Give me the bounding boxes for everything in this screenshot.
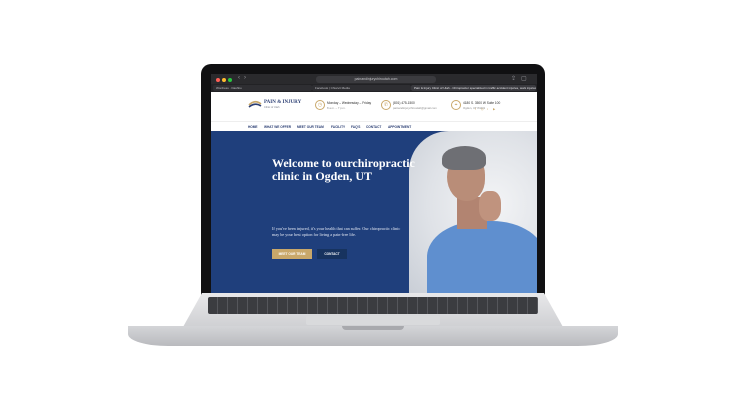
back-icon[interactable]: ‹	[238, 75, 240, 81]
share-icon[interactable]: ⇪	[511, 75, 516, 82]
tab-wordpress[interactable]: Wordress · Dashbo	[213, 85, 312, 91]
location-pin-icon: ⌖	[451, 100, 461, 110]
hours-title: Monday – Wednesday – Friday	[327, 101, 372, 105]
tab-strip: Wordress · Dashbo Facebook | Chiarvit Me…	[211, 84, 537, 92]
hero-text: If you've been injured, it's your health…	[272, 226, 401, 237]
address-bar[interactable]: painandinjurychiroutah.com	[316, 76, 436, 83]
facebook-icon[interactable]: f	[475, 107, 476, 111]
laptop-trackpad	[306, 316, 440, 325]
hero-title: Welcome to ourchiropractic clinic in Ogd…	[272, 156, 415, 183]
close-window-icon[interactable]	[216, 78, 220, 82]
hero-section: Welcome to ourchiropractic clinic in Ogd…	[211, 131, 537, 294]
nav-contact[interactable]: CONTACT	[366, 125, 381, 129]
tab-clinic[interactable]: Pain & Injury Clinic of Utah - Chiroprac…	[411, 85, 536, 91]
clock-icon: ◷	[315, 100, 325, 110]
laptop-keyboard	[208, 297, 538, 314]
hero-photo-hair	[442, 146, 486, 170]
brand-subtitle: Clinic of Utah	[264, 106, 280, 109]
email-address[interactable]: painandinjurychiroutah@gmail.com	[393, 106, 437, 110]
nav-meet-our-team[interactable]: MEET OUR TEAM	[297, 125, 324, 129]
laptop-notch	[342, 326, 404, 330]
hero-photo-shirt	[427, 221, 537, 294]
nav-appointment[interactable]: APPOINTMENT	[388, 125, 411, 129]
address-line: 4180 S. 3500 W Suite 100	[463, 101, 501, 105]
maximize-window-icon[interactable]	[228, 78, 232, 82]
hero-photo-hand	[479, 191, 501, 221]
phone-number[interactable]: (801) 475-1500	[393, 101, 415, 105]
meet-our-team-button[interactable]: MEET OUR TEAM	[272, 249, 312, 259]
instagram-icon[interactable]: ◎	[481, 107, 484, 111]
site-header: PAIN & INJURY Clinic of Utah ◷ Monday – …	[211, 92, 537, 120]
nav-what-we-offer[interactable]: WHAT WE OFFER	[264, 125, 291, 129]
clinic-logo-icon[interactable]	[248, 99, 262, 109]
phone-icon: ✆	[381, 100, 391, 110]
tabs-overview-icon[interactable]: ▢	[521, 75, 527, 82]
twitter-icon[interactable]: t	[487, 107, 488, 111]
nav-faqs[interactable]: FAQ'S	[351, 125, 360, 129]
nav-home[interactable]: HOME	[248, 125, 258, 129]
youtube-icon[interactable]: ▶	[493, 107, 495, 111]
nav-facility[interactable]: FACILITY	[331, 125, 345, 129]
hours-subtitle: 8 a.m. – 7 p.m.	[327, 106, 346, 110]
contact-button[interactable]: CONTACT	[317, 249, 347, 259]
minimize-window-icon[interactable]	[222, 78, 226, 82]
laptop-screen: ‹ › painandinjurychiroutah.com ⇪ ▢ Wordr…	[211, 74, 537, 294]
brand-name: PAIN & INJURY	[264, 100, 302, 105]
tab-facebook[interactable]: Facebook | Chiarvit Media	[312, 85, 411, 91]
forward-icon[interactable]: ›	[244, 75, 246, 81]
